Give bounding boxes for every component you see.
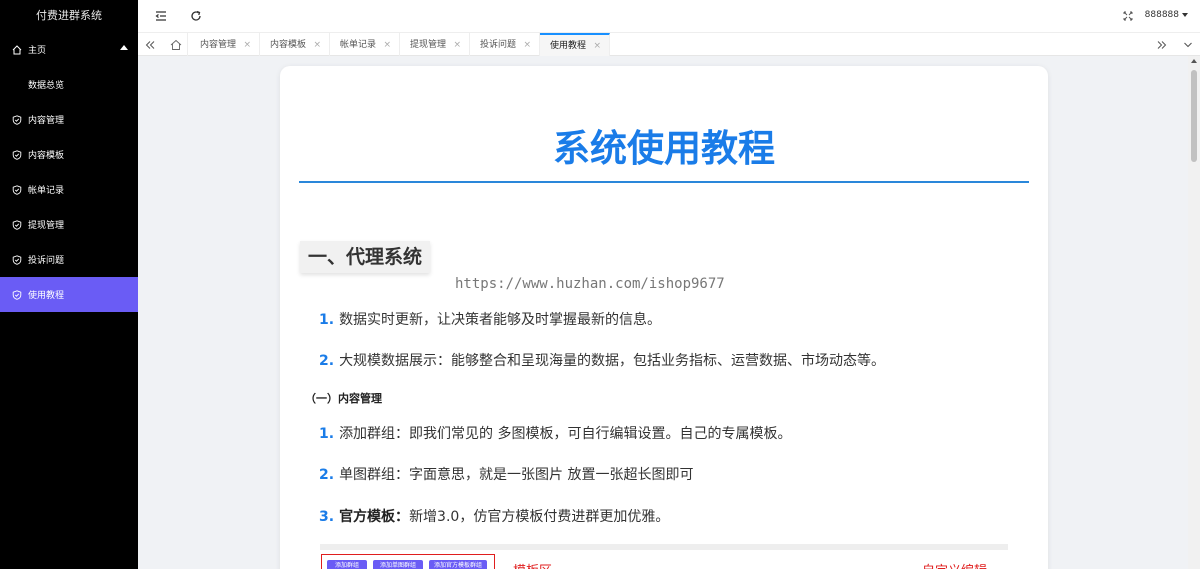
tabs-scroll-left-icon[interactable] xyxy=(138,33,162,57)
subsection-heading: （一）内容管理 xyxy=(305,392,382,405)
tab-content-template[interactable]: 内容模板 × xyxy=(260,33,330,57)
scrollbar-thumb[interactable] xyxy=(1191,70,1197,162)
list-item: 3. 官方模板：新增3.0，仿官方模板付费进群更加优雅。 xyxy=(319,506,669,526)
sidebar: 付费进群系统 主页 数据总览 内容管理 内容模板 帐单记录 提现管理 投诉问题 … xyxy=(0,0,138,569)
tab-list: 内容管理 × 内容模板 × 帐单记录 × 提现管理 × 投诉问题 × 使用教程 … xyxy=(190,33,610,57)
user-menu[interactable]: 888888 xyxy=(1145,10,1188,20)
shield-check-icon xyxy=(12,114,22,125)
tab-label: 内容模板 xyxy=(270,40,307,50)
home-icon xyxy=(170,39,181,50)
sidebar-item-label: 投诉问题 xyxy=(28,256,65,266)
list-text: 单图群组：字面意思，就是一张图片 放置一张超长图即可 xyxy=(339,467,694,483)
add-official-template-group-button: 添加官方模板群组 xyxy=(429,560,487,569)
tab-complaints[interactable]: 投诉问题 × xyxy=(470,33,540,57)
sidebar-item-data-overview[interactable]: 数据总览 xyxy=(0,67,138,102)
sidebar-item-label: 内容管理 xyxy=(28,116,65,126)
fullscreen-icon[interactable] xyxy=(1121,9,1135,23)
sidebar-item-home[interactable]: 主页 xyxy=(0,32,138,67)
sidebar-item-bill-records[interactable]: 帐单记录 xyxy=(0,172,138,207)
list-text: 添加群组：即我们常见的 多图模板，可自行编辑设置。自己的专属模板。 xyxy=(339,426,792,442)
tab-bill-records[interactable]: 帐单记录 × xyxy=(330,33,400,57)
list-item: 1. 添加群组：即我们常见的 多图模板，可自行编辑设置。自己的专属模板。 xyxy=(319,423,792,443)
sidebar-item-label: 帐单记录 xyxy=(28,186,65,196)
close-icon[interactable]: × xyxy=(453,33,461,57)
sidebar-item-label: 内容模板 xyxy=(28,151,65,161)
list-number: 3. xyxy=(319,509,335,525)
shield-check-icon xyxy=(12,289,22,300)
shield-check-icon xyxy=(12,254,22,265)
list-text: 新增3.0，仿官方模板付费进群更加优雅。 xyxy=(409,509,670,525)
tab-label: 内容管理 xyxy=(200,40,237,50)
close-icon[interactable]: × xyxy=(243,33,251,57)
list-bold-text: 官方模板： xyxy=(339,509,410,525)
tutorial-card: 系统使用教程 一、代理系统 https://www.huzhan.com/ish… xyxy=(280,66,1048,569)
tab-label: 提现管理 xyxy=(410,40,447,50)
sidebar-item-tutorial[interactable]: 使用教程 xyxy=(0,277,138,312)
shield-check-icon xyxy=(12,219,22,230)
title-divider xyxy=(299,181,1029,183)
sidebar-item-content-template[interactable]: 内容模板 xyxy=(0,137,138,172)
tab-label: 帐单记录 xyxy=(340,40,377,50)
embedded-screenshot: 添加群组 添加单图群组 添加官方模板群组 模板区 自定义编辑 xyxy=(320,544,1008,569)
username: 888888 xyxy=(1144,10,1179,20)
refresh-icon[interactable] xyxy=(189,9,203,23)
watermark-url: https://www.huzhan.com/ishop9677 xyxy=(455,276,725,292)
vertical-scrollbar[interactable] xyxy=(1188,56,1200,569)
list-item: 2. 单图群组：字面意思，就是一张图片 放置一张超长图即可 xyxy=(319,464,694,484)
sidebar-item-complaints[interactable]: 投诉问题 xyxy=(0,242,138,277)
tab-label: 使用教程 xyxy=(550,41,587,51)
tab-tutorial[interactable]: 使用教程 × xyxy=(540,33,610,57)
close-icon[interactable]: × xyxy=(313,33,321,57)
close-icon[interactable]: × xyxy=(523,33,531,57)
tabs-scroll-right-icon[interactable] xyxy=(1150,33,1174,57)
sidebar-item-label: 数据总览 xyxy=(28,81,65,91)
shield-check-icon xyxy=(12,184,22,195)
close-icon[interactable]: × xyxy=(383,33,391,57)
tabs-menu-icon[interactable] xyxy=(1176,33,1200,57)
scroll-up-arrow-icon[interactable] xyxy=(1191,59,1197,63)
template-area-label: 模板区 xyxy=(513,560,552,569)
sidebar-item-label: 主页 xyxy=(28,46,47,56)
section-heading: 一、代理系统 xyxy=(300,241,431,273)
close-icon[interactable]: × xyxy=(593,35,601,57)
list-number: 1. xyxy=(319,426,335,442)
add-single-image-group-button: 添加单图群组 xyxy=(373,560,423,569)
custom-edit-label: 自定义编辑 xyxy=(922,560,987,569)
list-text: 数据实时更新，让决策者能够及时掌握最新的信息。 xyxy=(339,312,662,328)
sidebar-item-withdrawal[interactable]: 提现管理 xyxy=(0,207,138,242)
tab-withdrawal[interactable]: 提现管理 × xyxy=(400,33,470,57)
list-number: 2. xyxy=(319,353,335,369)
tab-label: 投诉问题 xyxy=(480,40,517,50)
list-number: 1. xyxy=(319,312,335,328)
caret-down-icon xyxy=(1182,13,1188,17)
list-number: 2. xyxy=(319,467,335,483)
caret-up-icon xyxy=(120,45,128,50)
sidebar-item-label: 提现管理 xyxy=(28,221,65,231)
page-title: 系统使用教程 xyxy=(553,127,775,170)
menu-fold-icon[interactable] xyxy=(154,9,168,23)
list-text: 大规模数据展示：能够整合和呈现海量的数据，包括业务指标、运营数据、市场动态等。 xyxy=(339,353,886,369)
tab-content-management[interactable]: 内容管理 × xyxy=(190,33,260,57)
shield-check-icon xyxy=(12,149,22,160)
list-item: 2. 大规模数据展示：能够整合和呈现海量的数据，包括业务指标、运营数据、市场动态等… xyxy=(319,350,885,370)
sidebar-item-label: 使用教程 xyxy=(28,291,65,301)
sidebar-item-content-management[interactable]: 内容管理 xyxy=(0,102,138,137)
home-icon xyxy=(12,44,22,55)
add-group-button: 添加群组 xyxy=(327,560,367,569)
main-content: 系统使用教程 一、代理系统 https://www.huzhan.com/ish… xyxy=(138,56,1188,569)
list-item: 1. 数据实时更新，让决策者能够及时掌握最新的信息。 xyxy=(319,309,661,329)
tab-home[interactable] xyxy=(164,33,188,57)
tabs-bar: 内容管理 × 内容模板 × 帐单记录 × 提现管理 × 投诉问题 × 使用教程 … xyxy=(138,32,1200,57)
brand-title: 付费进群系统 xyxy=(36,9,102,22)
top-bar: 888888 xyxy=(138,0,1200,32)
